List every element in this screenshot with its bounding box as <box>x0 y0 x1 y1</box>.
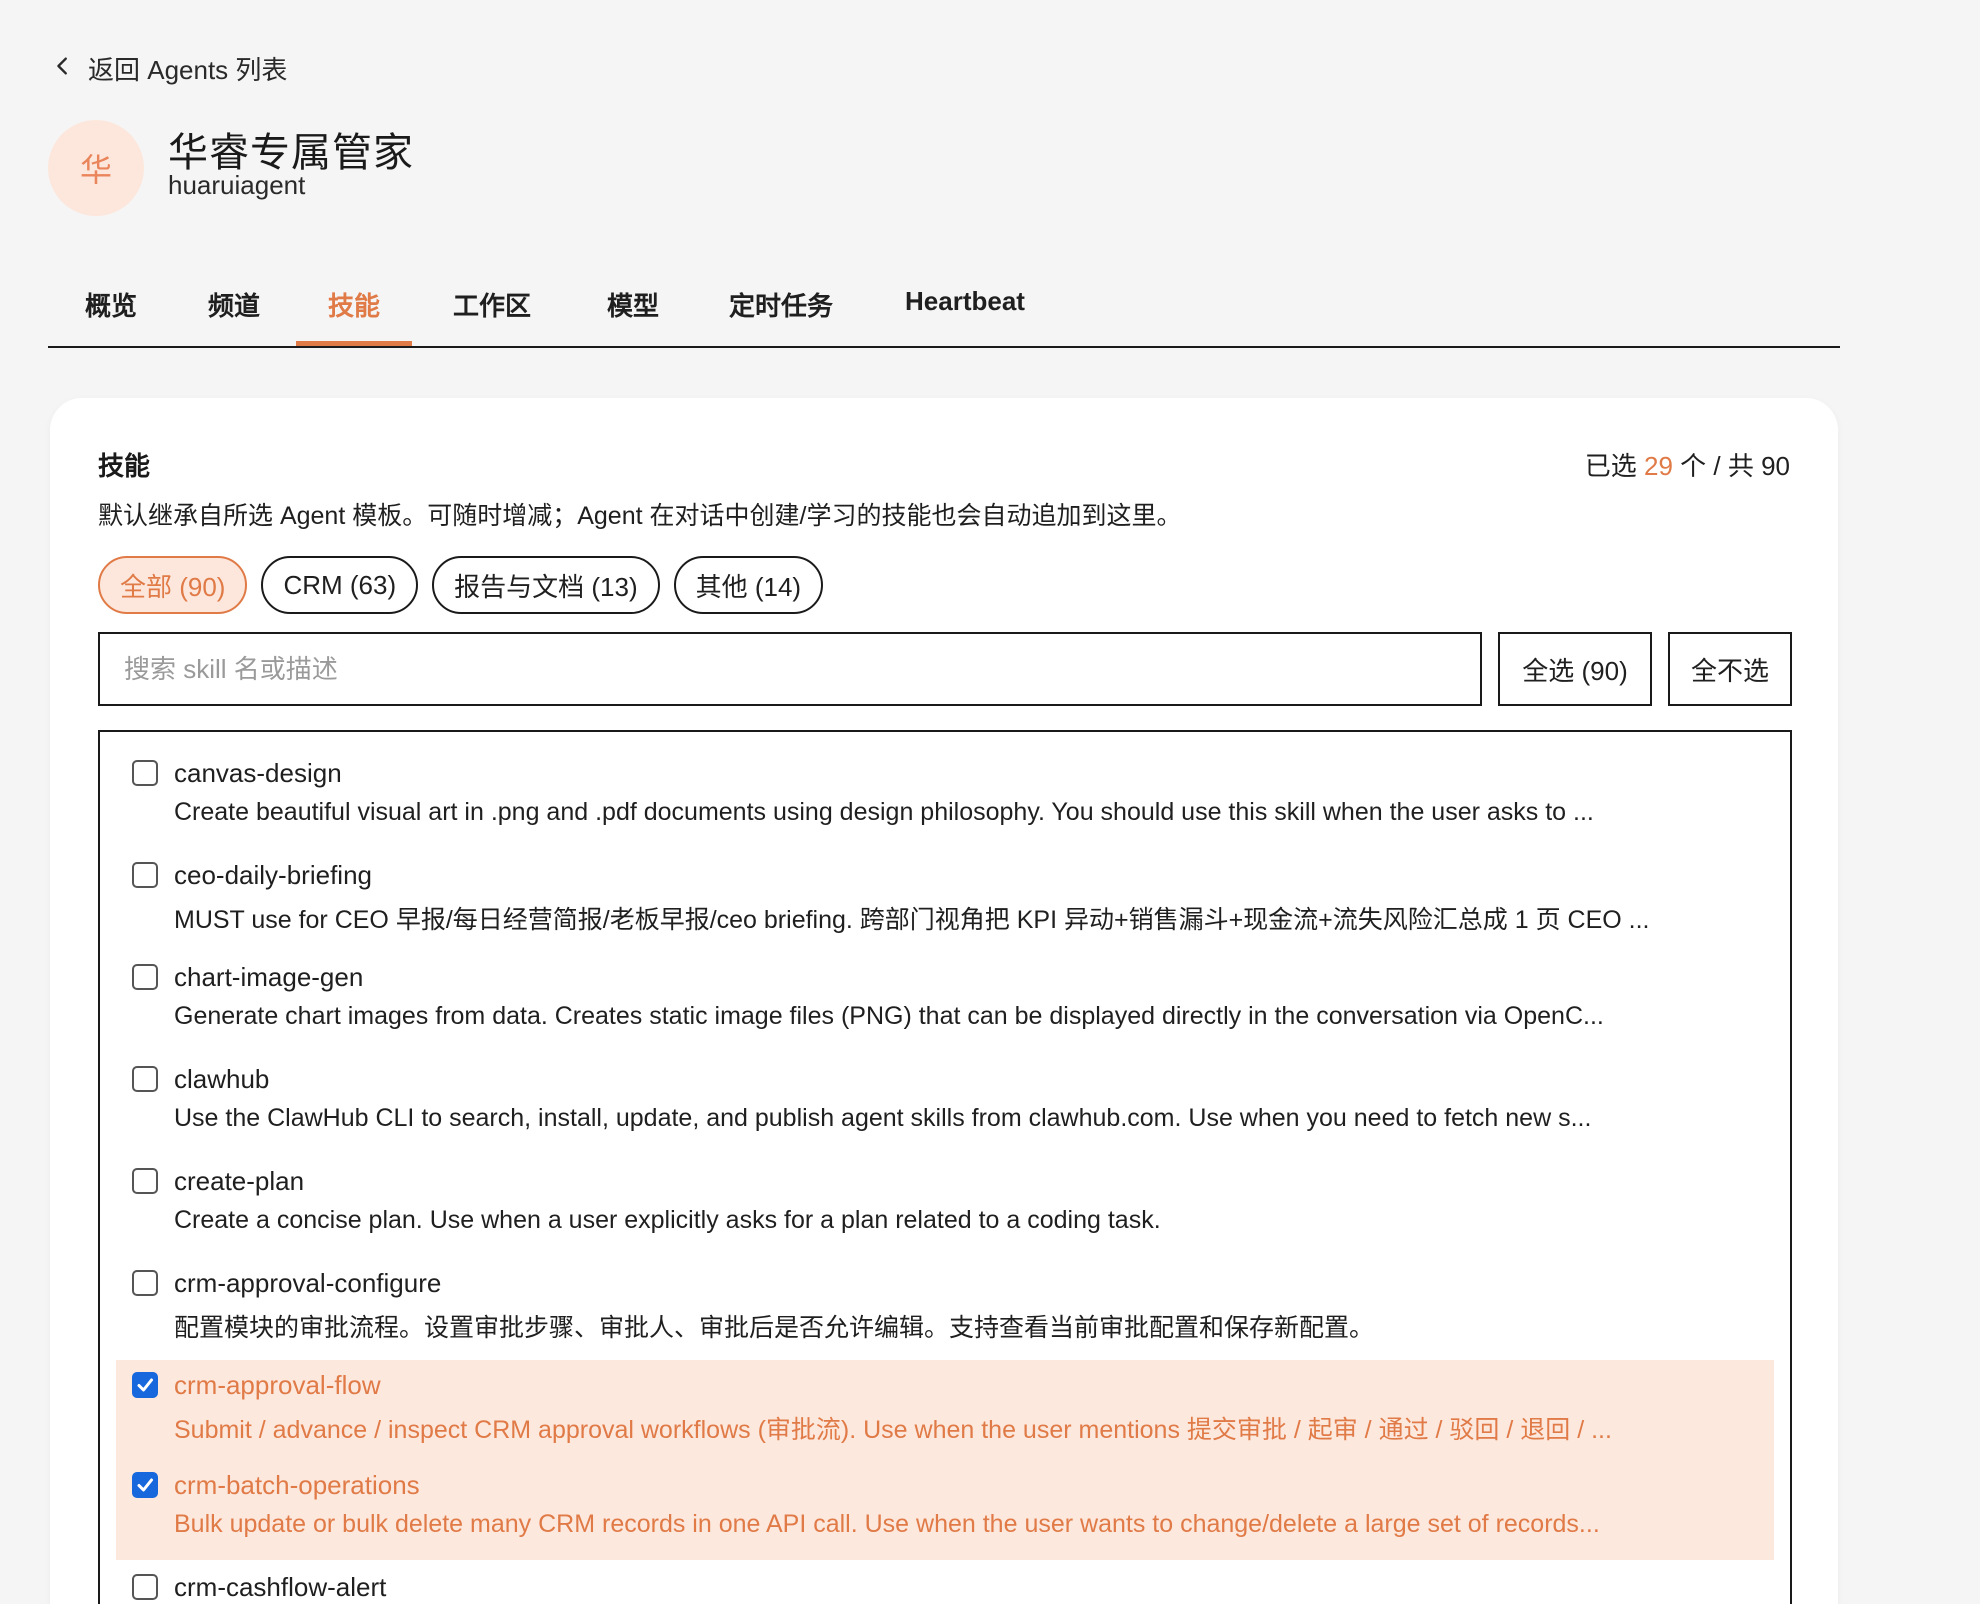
agent-detail-page: 返回 Agents 列表 华 华睿专属管家 huaruiagent 概览 频道 … <box>0 0 1980 1604</box>
skill-name: crm-approval-configure <box>174 1268 442 1298</box>
skill-name: crm-approval-flow <box>174 1370 381 1400</box>
count-prefix: 已选 <box>1584 451 1637 481</box>
filter-reports-docs[interactable]: 报告与文档 (13) <box>432 556 660 614</box>
skill-checkbox[interactable] <box>132 760 158 786</box>
skill-description: MUST use for CEO 早报/每日经营简报/老板早报/ceo brie… <box>174 906 1650 934</box>
back-to-agents-link[interactable]: 返回 Agents 列表 <box>52 50 287 87</box>
checkmark-icon <box>137 1478 153 1492</box>
agent-id: huaruiagent <box>168 170 306 200</box>
skill-name: ceo-daily-briefing <box>174 860 372 890</box>
skill-description: Create a concise plan. Use when a user e… <box>174 1206 1161 1234</box>
selection-count: 已选 29 个 / 共 90 <box>1585 446 1790 483</box>
skill-description: Bulk update or bulk delete many CRM reco… <box>174 1510 1600 1538</box>
skill-checkbox[interactable] <box>132 862 158 888</box>
skill-name: create-plan <box>174 1166 305 1196</box>
skill-checkbox[interactable] <box>132 1066 158 1092</box>
back-label: 返回 Agents 列表 <box>88 55 288 85</box>
skill-name: chart-image-gen <box>174 962 364 992</box>
skill-description: Submit / advance / inspect CRM approval … <box>174 1416 1612 1444</box>
skill-checkbox[interactable] <box>132 964 158 990</box>
skill-item[interactable]: canvas-design Create beautiful visual ar… <box>116 748 1774 848</box>
tab-scheduled-tasks[interactable]: 定时任务 <box>726 286 836 346</box>
skill-checkbox[interactable] <box>132 1270 158 1296</box>
skill-search-input[interactable] <box>98 632 1482 706</box>
skill-checkbox[interactable] <box>132 1472 158 1498</box>
skill-name: crm-cashflow-alert <box>174 1572 387 1602</box>
skill-item[interactable]: crm-cashflow-alert <box>116 1562 1774 1604</box>
tab-workspace[interactable]: 工作区 <box>451 286 533 346</box>
chevron-left-icon <box>52 53 74 84</box>
skills-description: 默认继承自所选 Agent 模板。可随时增减；Agent 在对话中创建/学习的技… <box>98 502 1182 530</box>
skill-list[interactable]: canvas-design Create beautiful visual ar… <box>98 730 1792 1604</box>
skill-description: Generate chart images from data. Creates… <box>174 1002 1604 1030</box>
selected-count: 29 <box>1644 451 1673 481</box>
skill-description: Create beautiful visual art in .png and … <box>174 798 1594 826</box>
skill-item[interactable]: ceo-daily-briefing MUST use for CEO 早报/每… <box>116 850 1774 950</box>
skill-item[interactable]: crm-approval-configure 配置模块的审批流程。设置审批步骤、… <box>116 1258 1774 1358</box>
tab-bar: 概览 频道 技能 工作区 模型 定时任务 Heartbeat <box>48 270 1840 348</box>
tab-heartbeat[interactable]: Heartbeat <box>900 286 1030 346</box>
skill-description: Use the ClawHub CLI to search, install, … <box>174 1104 1592 1132</box>
tab-overview[interactable]: 概览 <box>80 286 142 346</box>
checkmark-icon <box>137 1378 153 1392</box>
filter-crm[interactable]: CRM (63) <box>261 556 419 614</box>
skill-item[interactable]: clawhub Use the ClawHub CLI to search, i… <box>116 1054 1774 1154</box>
category-filters: 全部 (90) CRM (63) 报告与文档 (13) 其他 (14) <box>98 556 824 614</box>
skill-checkbox[interactable] <box>132 1168 158 1194</box>
select-all-button[interactable]: 全选 (90) <box>1498 632 1652 706</box>
tab-channels[interactable]: 频道 <box>203 286 265 346</box>
agent-avatar: 华 <box>48 120 144 216</box>
skill-name: canvas-design <box>174 758 342 788</box>
filter-all[interactable]: 全部 (90) <box>98 556 248 614</box>
skill-checkbox[interactable] <box>132 1574 158 1600</box>
skill-name: crm-batch-operations <box>174 1470 420 1500</box>
tab-skills[interactable]: 技能 <box>296 286 412 346</box>
tab-model[interactable]: 模型 <box>602 286 664 346</box>
skill-item[interactable]: chart-image-gen Generate chart images fr… <box>116 952 1774 1052</box>
skill-name: clawhub <box>174 1064 270 1094</box>
skills-title: 技能 <box>98 451 151 481</box>
skills-card: 技能 已选 29 个 / 共 90 默认继承自所选 Agent 模板。可随时增减… <box>50 398 1838 1604</box>
skill-item[interactable]: crm-batch-operations Bulk update or bulk… <box>116 1460 1774 1560</box>
skill-item[interactable]: create-plan Create a concise plan. Use w… <box>116 1156 1774 1256</box>
select-none-button[interactable]: 全不选 <box>1668 632 1792 706</box>
skill-item[interactable]: crm-approval-flow Submit / advance / ins… <box>116 1360 1774 1460</box>
skill-checkbox[interactable] <box>132 1372 158 1398</box>
filter-other[interactable]: 其他 (14) <box>673 556 824 614</box>
skill-description: 配置模块的审批流程。设置审批步骤、审批人、审批后是否允许编辑。支持查看当前审批配… <box>174 1314 1375 1342</box>
count-suffix: 个 / 共 90 <box>1680 451 1790 481</box>
